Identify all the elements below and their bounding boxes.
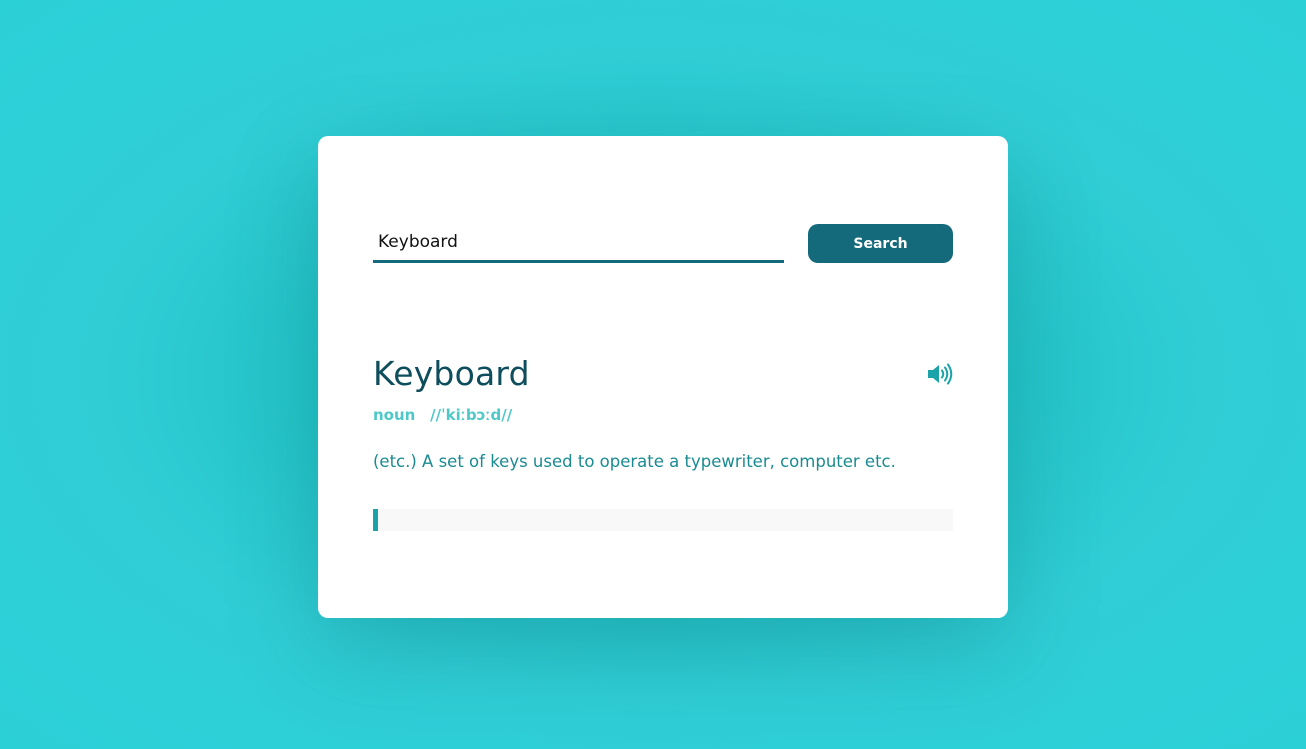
search-input[interactable] (373, 224, 784, 263)
search-bar: Search (373, 224, 953, 264)
part-of-speech: noun (373, 406, 416, 424)
word-details: noun //ˈkiːbɔːd// (373, 406, 512, 424)
speaker-volume-icon[interactable] (926, 362, 954, 386)
search-button[interactable]: Search (808, 224, 953, 263)
phonetic-transcription: //ˈkiːbɔːd// (430, 406, 513, 424)
word-example (373, 509, 953, 531)
dictionary-card: Search Keyboard noun //ˈkiːbɔːd// (etc.)… (318, 136, 1008, 618)
word-definition: (etc.) A set of keys used to operate a t… (373, 452, 896, 471)
word-title: Keyboard (373, 354, 530, 393)
